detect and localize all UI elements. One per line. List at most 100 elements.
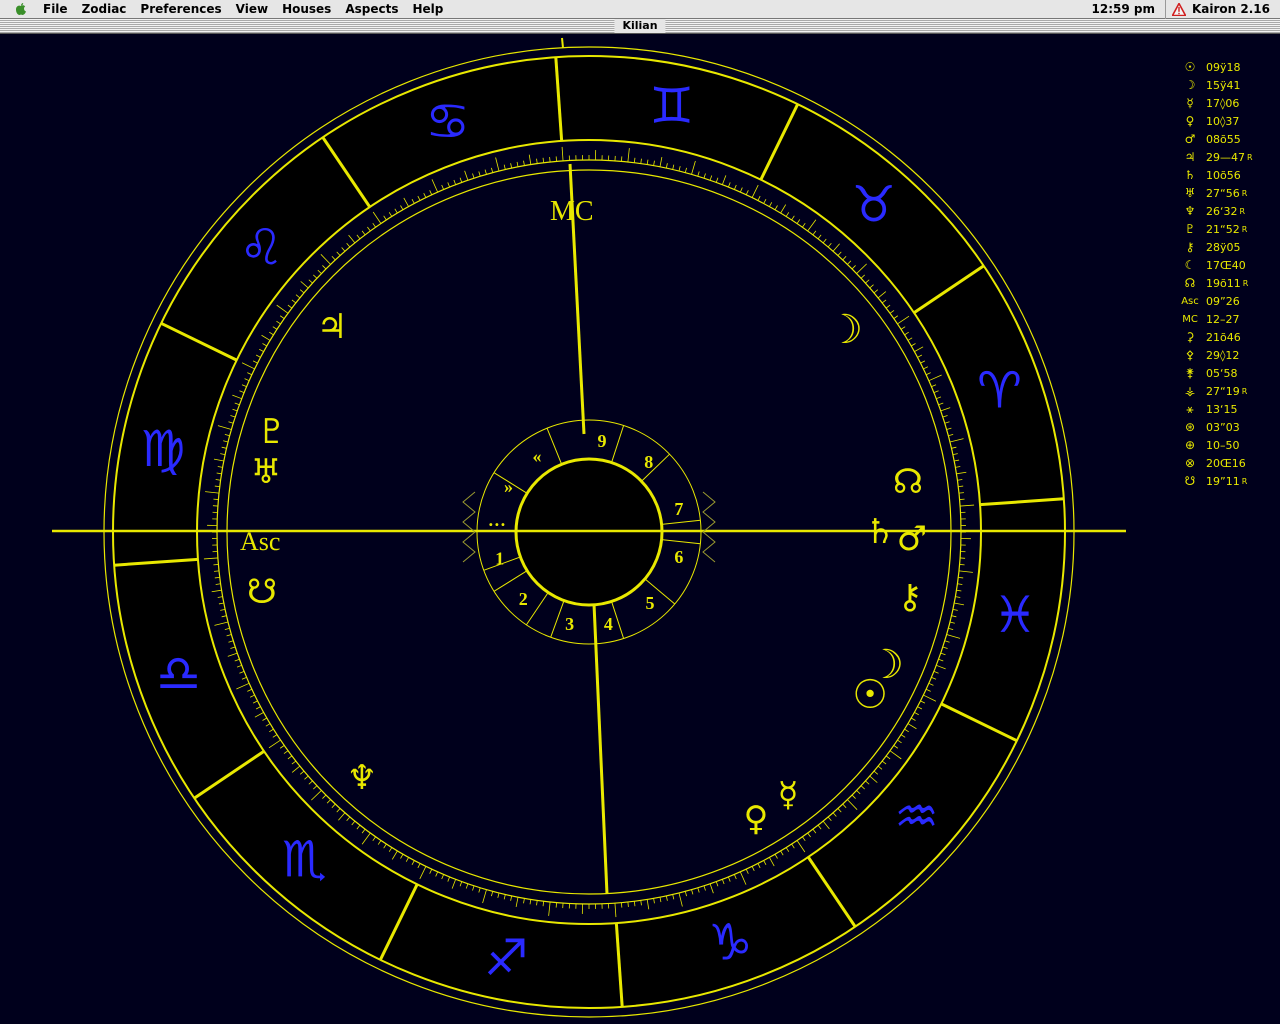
lilith-glyph-icon: ☾	[1184, 258, 1196, 272]
cancer-sign-icon: ♋	[425, 93, 470, 151]
position-value: 17Œ40	[1206, 258, 1246, 272]
position-row-moon: ☽ 15ÿ41	[1180, 76, 1276, 94]
jupiter-glyph-icon: ♃	[1184, 150, 1196, 164]
pallas-glyph-icon: ⚴	[1185, 348, 1195, 362]
point-d-glyph-icon: ⊗	[1184, 456, 1196, 470]
position-value: 03”03	[1206, 420, 1240, 434]
warning-triangle-icon	[1172, 2, 1186, 16]
position-value: 08õ55	[1206, 132, 1241, 146]
position-value: 21“52	[1206, 222, 1240, 236]
position-row-lilith: ☾ 17Œ40	[1180, 256, 1276, 274]
house-number-11: »	[504, 477, 513, 497]
house-number-5: 5	[646, 593, 655, 613]
position-value: 10–50	[1206, 438, 1240, 452]
pluto-icon[interactable]: ♇	[257, 412, 287, 452]
libra-sign-icon: ♎	[156, 644, 201, 702]
jupiter-icon[interactable]: ♃	[317, 307, 347, 347]
menu-preferences[interactable]: Preferences	[133, 0, 228, 19]
retrograde-marker: R	[1241, 188, 1248, 198]
position-row-mc: MC 12–27	[1180, 310, 1276, 328]
menu-clock[interactable]: 12:59 pm	[1082, 2, 1165, 16]
position-row-uranus: ♅ 27“56 R	[1180, 184, 1276, 202]
mercury-icon[interactable]: ☿	[778, 775, 799, 815]
application-menu[interactable]: Kairon 2.16	[1166, 2, 1280, 16]
midheaven-label: MC	[550, 196, 594, 227]
neptune-glyph-icon: ♆	[1184, 204, 1196, 218]
gemini-sign-icon: ♊	[649, 77, 694, 135]
position-value: 29—47	[1206, 150, 1245, 164]
aries-sign-icon: ♈	[977, 362, 1022, 420]
south-node-icon[interactable]: ☋	[247, 572, 277, 612]
retrograde-marker: R	[1241, 224, 1248, 234]
position-row-saturn: ♄ 10õ56	[1180, 166, 1276, 184]
position-row-asc: Asc 09”26	[1180, 292, 1276, 310]
position-row-ceres: ⚳ 21õ46	[1180, 328, 1276, 346]
menu-bar-right: 12:59 pm Kairon 2.16	[1082, 0, 1280, 19]
house-number-12: «	[532, 446, 541, 466]
south-node-glyph-icon: ☋	[1184, 474, 1196, 488]
position-row-mars: ♂ 08õ55	[1180, 130, 1276, 148]
retrograde-marker: R	[1247, 152, 1253, 162]
position-row-jupiter: ♃ 29—47 R	[1180, 148, 1276, 166]
position-value: 21õ46	[1206, 330, 1241, 344]
position-row-pallas: ⚴ 29◊12	[1180, 346, 1276, 364]
pluto-glyph-icon: ♇	[1184, 222, 1196, 236]
neptune-icon[interactable]: ♆	[347, 758, 377, 798]
node-glyph-icon: ☊	[1184, 276, 1196, 290]
vesta-glyph-icon: ⚶	[1184, 384, 1196, 398]
position-row-point-c: ⊕ 10–50	[1180, 436, 1276, 454]
house-number-4: 4	[604, 614, 613, 634]
position-row-neptune: ♆ 26‘32 R	[1180, 202, 1276, 220]
position-value: 29◊12	[1206, 348, 1240, 362]
sagittarius-sign-icon: ♐	[484, 929, 529, 987]
north-node-icon[interactable]: ☊	[893, 462, 923, 502]
retrograde-marker: R	[1242, 278, 1249, 288]
position-row-south-node: ☋ 19”11 R	[1180, 472, 1276, 490]
point-b-glyph-icon: ⊛	[1184, 420, 1196, 434]
ascendant-label: Asc	[240, 527, 280, 556]
ceres-glyph-icon: ⚳	[1185, 330, 1195, 344]
position-value: 13‘15	[1206, 402, 1238, 416]
position-row-vesta: ⚶ 27“19 R	[1180, 382, 1276, 400]
position-value: 12–27	[1206, 312, 1240, 326]
chiron-icon[interactable]: ⚷	[898, 577, 923, 617]
menu-help[interactable]: Help	[405, 0, 450, 19]
position-row-juno: ⚵ 05‘58	[1180, 364, 1276, 382]
menu-file[interactable]: File	[36, 0, 75, 19]
venus-icon[interactable]: ♀	[744, 799, 769, 839]
moon-icon[interactable]: ☽	[827, 307, 863, 353]
menu-houses[interactable]: Houses	[275, 0, 338, 19]
position-row-point-a: ⚹ 13‘15	[1180, 400, 1276, 418]
house-number-8: 8	[644, 452, 653, 472]
position-value: 26‘32	[1206, 204, 1238, 218]
saturn-icon[interactable]: ♄	[865, 512, 895, 552]
position-value: 28ÿ05	[1206, 240, 1241, 254]
point-c-glyph-icon: ⊕	[1184, 438, 1196, 452]
window-title-bar[interactable]: Kilian	[0, 19, 1280, 34]
menu-view[interactable]: View	[229, 0, 275, 19]
position-row-point-b: ⊛ 03”03	[1180, 418, 1276, 436]
menu-zodiac[interactable]: Zodiac	[75, 0, 134, 19]
asc-glyph-icon: Asc	[1181, 295, 1199, 307]
position-value: 09ÿ18	[1206, 60, 1241, 74]
mars-icon[interactable]: ♂	[897, 519, 927, 559]
moon-second-icon[interactable]: ☽	[868, 642, 904, 688]
menu-aspects[interactable]: Aspects	[338, 0, 405, 19]
capricorn-sign-icon: ♑	[708, 913, 753, 971]
position-row-pluto: ♇ 21“52 R	[1180, 220, 1276, 238]
planet-positions-list: ☉ 09ÿ18 ☽ 15ÿ41 ☿ 17◊06 ♀ 10◊37 ♂ 08õ55 ♃ 29—47 R ♄ 10…	[1180, 58, 1276, 490]
position-value: 15ÿ41	[1206, 78, 1241, 92]
retrograde-marker: R	[1241, 386, 1248, 396]
position-value: 19õ11	[1206, 276, 1241, 290]
pisces-sign-icon: ♓	[993, 586, 1038, 644]
mc-glyph-icon: MC	[1182, 313, 1198, 325]
apple-menu-icon[interactable]	[14, 2, 28, 16]
position-value: 05‘58	[1206, 366, 1238, 380]
application-name: Kairon 2.16	[1192, 2, 1270, 16]
position-row-point-d: ⊗ 20Œ16	[1180, 454, 1276, 472]
house-number-3: 3	[565, 614, 574, 634]
moon-glyph-icon: ☽	[1184, 78, 1196, 92]
taurus-sign-icon: ♉	[851, 175, 896, 233]
venus-glyph-icon: ♀	[1185, 114, 1195, 128]
uranus-icon[interactable]: ♅	[251, 452, 281, 492]
